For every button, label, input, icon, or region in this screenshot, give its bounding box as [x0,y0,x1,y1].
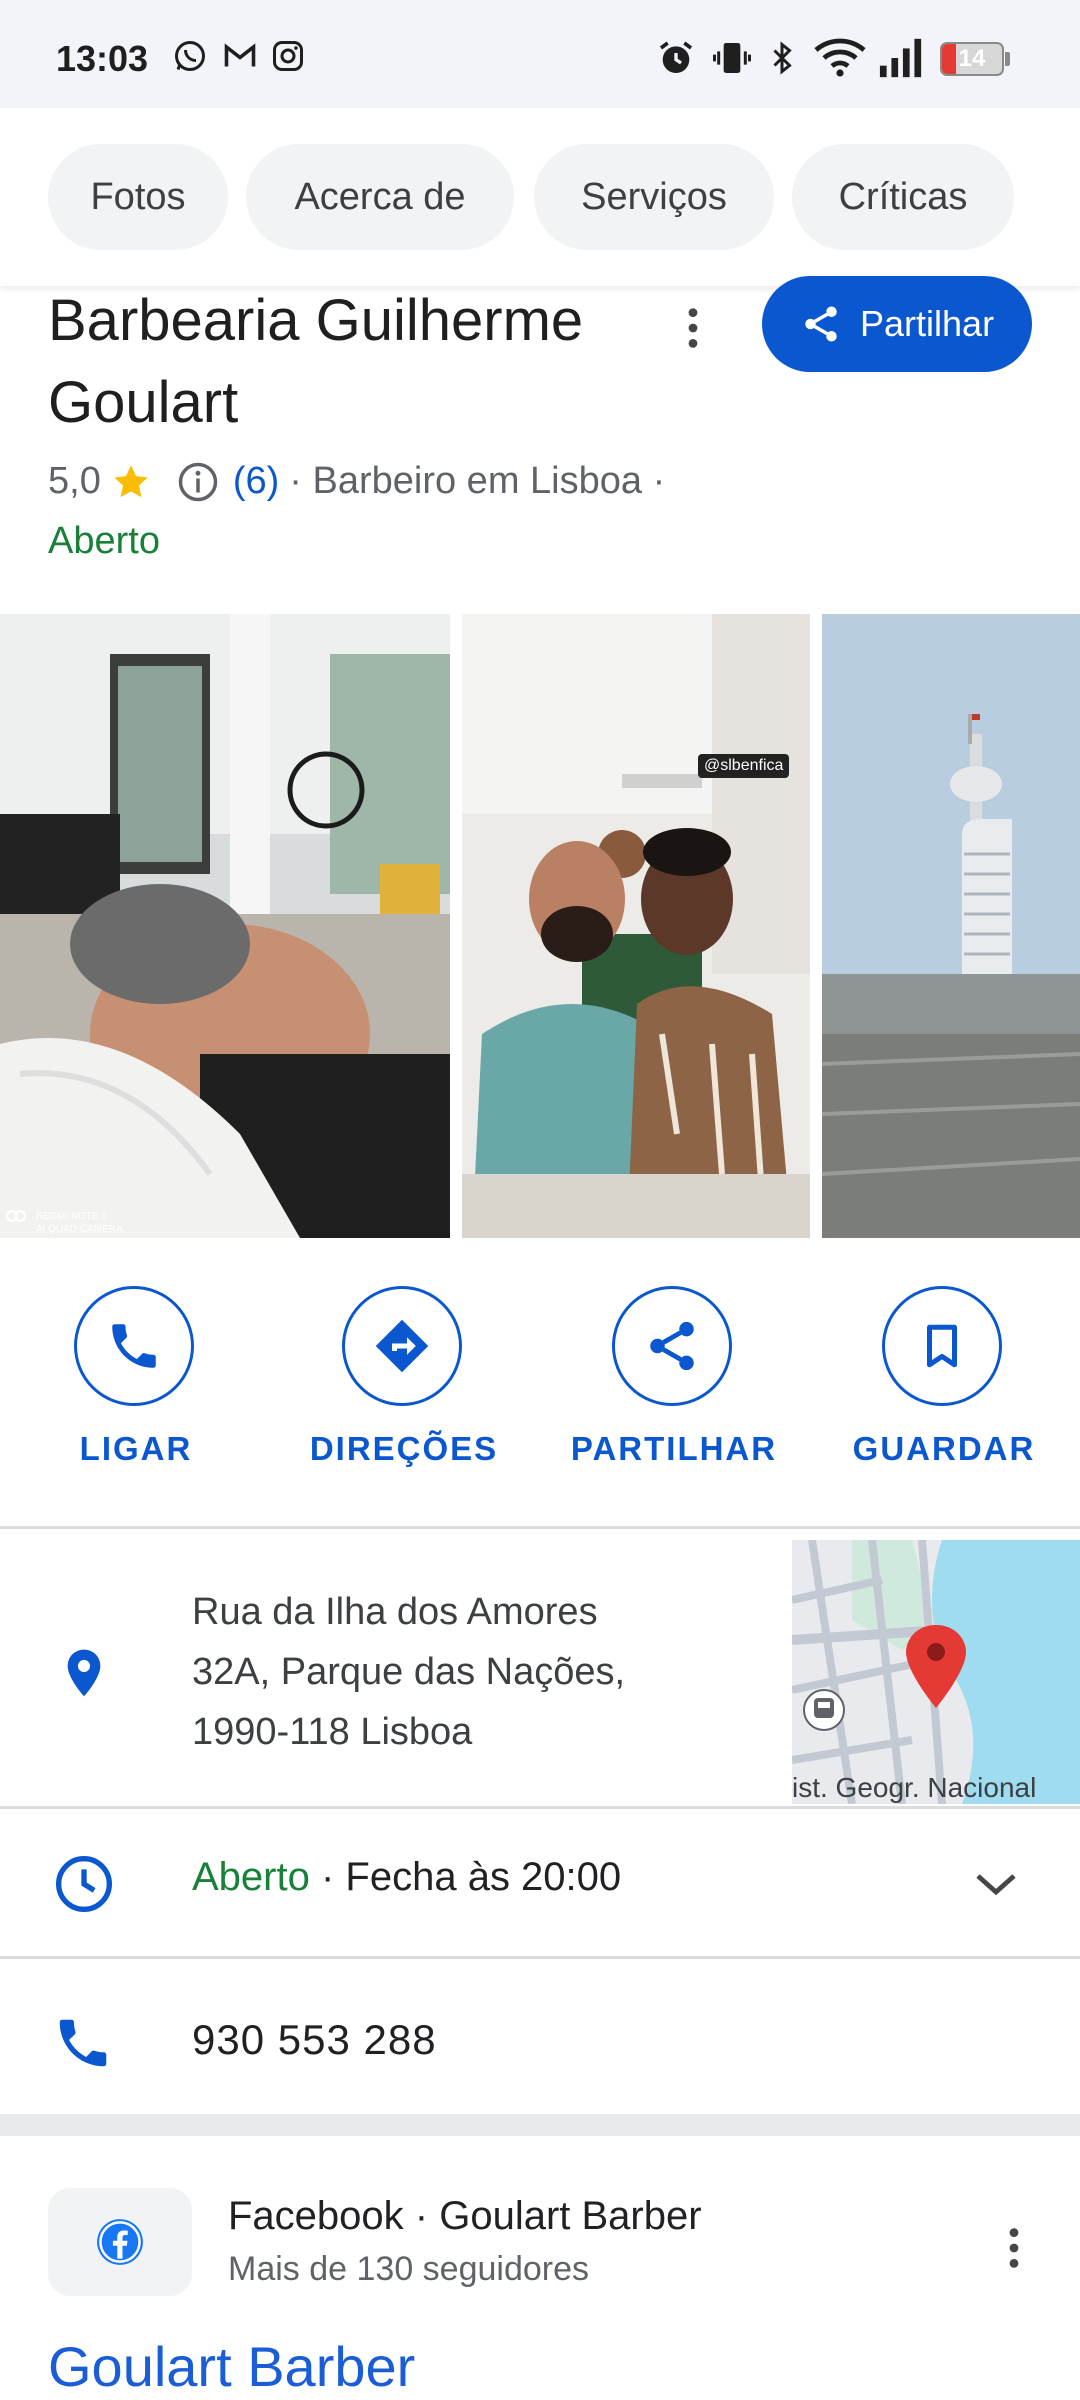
save-label: GUARDAR [852,1430,1036,1467]
opening-hours[interactable]: Aberto · Fecha às 20:00 [192,1855,621,1900]
tab-criticas[interactable]: Críticas [792,144,1014,250]
share-icon [650,1321,694,1371]
divider [0,1806,1080,1809]
tab-acerca-de[interactable]: Acerca de [246,144,514,250]
business-name: Barbearia Guilherme Goulart [48,288,584,435]
address-line-2: 32A, Parque das Nações, [192,1651,626,1693]
share-button[interactable]: Partilhar [762,276,1032,372]
photo-barber-chair[interactable]: REDMI NOTE 9 AI QUAD CAMERA [0,614,450,1238]
facebook-result-link[interactable]: Goulart Barber [48,2334,415,2399]
photo-barber-with-client[interactable]: @slbenfica [462,614,810,1238]
bookmark-icon [927,1324,957,1368]
section-separator [0,2114,1080,2136]
divider [0,1956,1080,1959]
photo-waterfront-tower[interactable] [822,614,1080,1238]
hours-status: Aberto [192,1855,310,1899]
map-label: ist. Geogr. Nacional [792,1772,1037,1803]
facebook-followers: Mais de 130 seguidores [228,2250,590,2288]
hours-detail: · Fecha às 20:00 [309,1855,622,1899]
open-status: Aberto [48,520,160,562]
photo-sign: @slbenfica [698,754,790,778]
divider [0,1526,1080,1529]
more-options-icon[interactable] [676,306,710,350]
share-label: PARTILHAR [570,1430,778,1467]
save-circle [882,1286,1002,1406]
instagram-icon [273,41,303,71]
bluetooth-icon [773,41,792,75]
watermark-line-2: AI QUAD CAMERA [36,1224,123,1235]
photo-watermark: REDMI NOTE 9 AI QUAD CAMERA [36,1210,123,1236]
call-action[interactable]: LIGAR [16,1286,256,1476]
rating-line: 5,0 (6) · Barbeiro em Lisboa · [48,460,665,503]
facebook-favicon [48,2188,192,2296]
facebook-result-source: Facebook · Goulart Barber [228,2194,702,2238]
vibrate-icon [713,43,751,73]
share-action[interactable]: PARTILHAR [554,1286,794,1476]
map-thumbnail[interactable]: ist. Geogr. Nacional [792,1540,1080,1804]
reviews-count[interactable]: (6) [233,460,279,503]
battery-icon: 14 [940,42,1004,76]
tab-servicos[interactable]: Serviços [534,144,774,250]
tab-fotos[interactable]: Fotos [48,144,228,250]
share-button-label: Partilhar [860,303,995,344]
share-icon [805,306,837,342]
directions-circle [342,1286,462,1406]
location-pin-icon [67,1649,101,1697]
clock-icon [56,1856,112,1912]
watermark-line-1: REDMI NOTE 9 [36,1211,108,1222]
more-options-icon[interactable] [1000,2226,1028,2270]
battery-level: 14 [958,45,986,72]
phone-icon [59,2019,107,2067]
facebook-icon [97,2219,143,2265]
whatsapp-icon [175,41,205,71]
status-bar: 13:03 14 [0,0,1080,108]
business-category: · Barbeiro em Lisboa · [289,460,666,502]
battery-tip [1005,52,1010,66]
phone-icon [112,1324,156,1368]
signal-icon [879,38,922,78]
address-line-1: Rua da Ilha dos Amores [192,1591,598,1633]
chevron-down-icon[interactable] [972,1864,1020,1904]
alarm-icon [659,41,693,73]
wifi-icon [814,38,866,77]
share-circle [612,1286,732,1406]
address[interactable]: Rua da Ilha dos Amores 32A, Parque das N… [192,1582,752,1762]
address-line-3: 1990-118 Lisboa [192,1711,473,1753]
directions-action[interactable]: DIREÇÕES [284,1286,524,1476]
rating-value: 5,0 [48,460,101,502]
directions-icon [375,1319,429,1373]
tab-bar: Fotos Acerca de Serviços Críticas [0,108,1080,286]
status-time: 13:03 [56,38,149,79]
gmail-icon [224,43,256,67]
star-icon [114,464,148,497]
save-action[interactable]: GUARDAR [824,1286,1064,1476]
call-label: LIGAR [79,1430,193,1467]
call-circle [74,1286,194,1406]
info-icon[interactable] [177,461,219,503]
phone-number[interactable]: 930 553 288 [192,2016,437,2064]
directions-label: DIREÇÕES [309,1430,499,1467]
